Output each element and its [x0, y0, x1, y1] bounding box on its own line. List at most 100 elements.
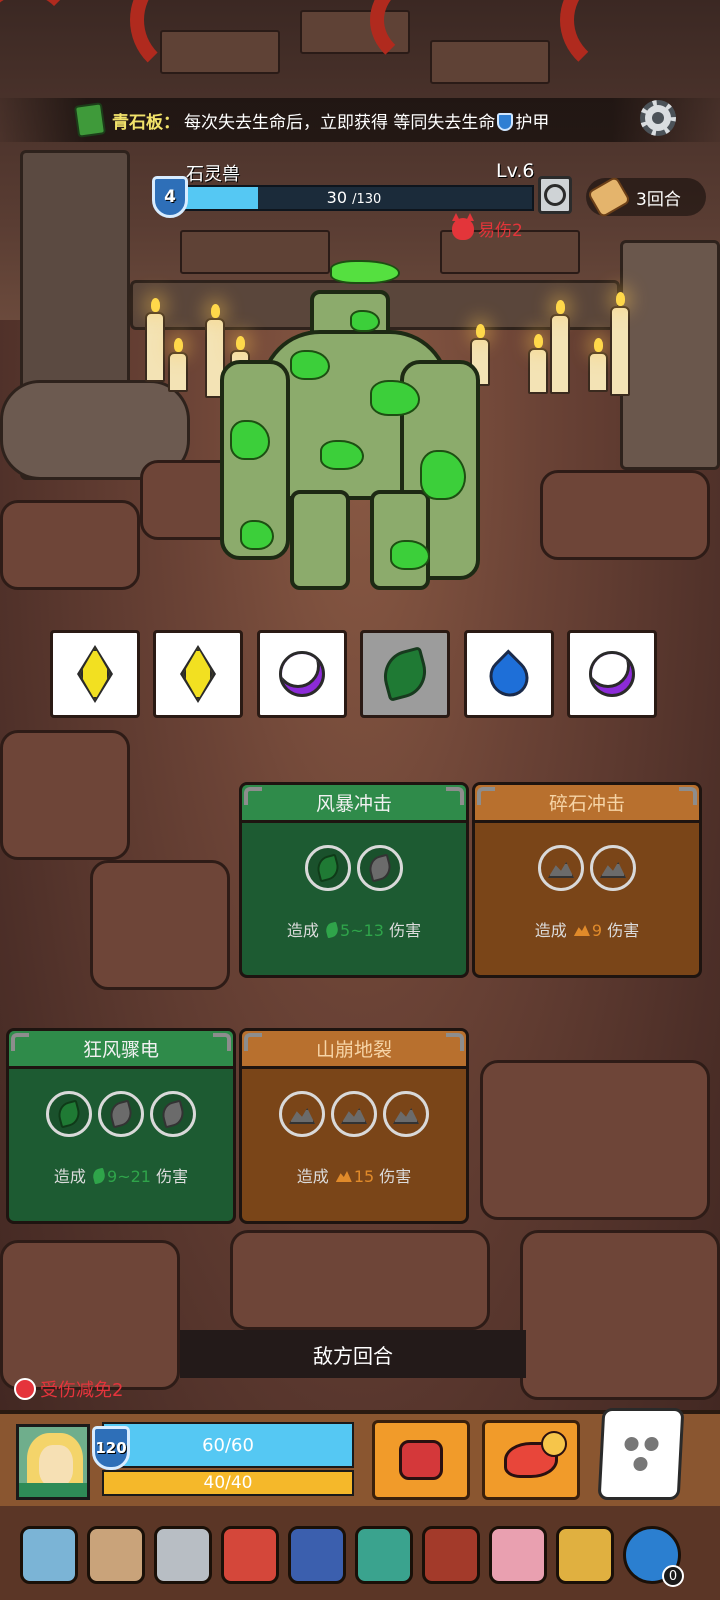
enemy-turn-banner: 敌方回合	[180, 1330, 526, 1378]
skill-dice-slot[interactable]	[279, 1091, 325, 1137]
candle	[550, 300, 570, 394]
wind-leaf-icon	[324, 921, 340, 939]
damage-prefix: 造成	[296, 1167, 329, 1186]
skill-dice-slot[interactable]	[150, 1091, 196, 1137]
buff-desc-text: 每次失去生命后，立即获得 等同失去生命	[184, 112, 496, 133]
rock-icon	[393, 1108, 419, 1124]
player-avatar[interactable]	[16, 1424, 90, 1500]
damage-value: 5~13	[340, 921, 384, 940]
enemy-hp-bar: 30 /130	[174, 185, 534, 211]
lightning-diamond-icon	[77, 645, 113, 703]
hood-relic-icon[interactable]	[422, 1526, 480, 1584]
damage-prefix: 造成	[53, 1167, 86, 1186]
damage-value: 9~21	[107, 1167, 151, 1186]
golem-moss	[370, 380, 420, 416]
wind-leaf-icon	[314, 853, 342, 883]
candle	[528, 334, 548, 394]
wind-leaf-icon	[107, 1099, 135, 1129]
skill-title: 山崩地裂	[315, 1039, 392, 1061]
enemy-info-button[interactable]	[538, 176, 572, 214]
enemy-shield-value: 4	[164, 187, 176, 207]
skill-title: 狂风骤电	[82, 1039, 159, 1061]
buff-desc-armor: 护甲	[515, 112, 550, 133]
damage-suffix: 伤害	[607, 921, 640, 940]
devil-icon	[452, 212, 474, 240]
red-helmet-relic-icon[interactable]	[221, 1526, 279, 1584]
die-slot-1[interactable]	[50, 630, 140, 718]
scroll-icon	[586, 175, 632, 219]
candle	[145, 298, 165, 382]
fist-icon	[399, 1440, 443, 1480]
enemy-hp-max: /130	[352, 192, 382, 207]
player-hp-bar: 60/60	[102, 1422, 354, 1468]
die-slot-2[interactable]	[153, 630, 243, 718]
enemy-level: Lv.6	[496, 160, 535, 182]
die-slot-3[interactable]	[257, 630, 347, 718]
skill-dice-slot[interactable]	[590, 845, 636, 891]
armor-icon	[497, 112, 514, 131]
golem-moss	[290, 350, 330, 380]
dice-pip	[644, 1437, 659, 1451]
rock-icon	[573, 925, 590, 936]
compass-helmet-relic-icon[interactable]	[20, 1526, 78, 1584]
skill-damage-text: 造成 15 伤害	[242, 1163, 466, 1187]
crown-relic-icon[interactable]	[154, 1526, 212, 1584]
damage-suffix: 伤害	[156, 1167, 189, 1186]
player-panel: 60/60 40/40 120 0	[0, 1408, 720, 1600]
wind-leaf-icon	[91, 1167, 107, 1185]
stone-tablet-icon	[73, 102, 107, 138]
wind-leaf-icon	[366, 853, 394, 883]
skill-dice-slot[interactable]	[538, 845, 584, 891]
rock-icon	[335, 1171, 352, 1182]
skill-card-4[interactable]: 山崩地裂造成 15 伤害	[239, 1028, 469, 1224]
die-slot-6[interactable]	[567, 630, 657, 718]
rock-icon	[341, 1108, 367, 1124]
enemy-name: 石灵兽	[186, 164, 240, 185]
potion-jar-relic-icon[interactable]	[489, 1526, 547, 1584]
player-shield-badge: 120	[92, 1426, 130, 1470]
skill-card-2[interactable]: 碎石冲击 造成 9 伤害	[472, 782, 702, 978]
damage-value: 15	[353, 1167, 375, 1186]
splash-icon	[504, 1431, 567, 1478]
floor-tile	[90, 860, 230, 990]
spellbook-relic-icon[interactable]	[556, 1526, 614, 1584]
candle	[588, 338, 608, 392]
floor-tile	[230, 1230, 490, 1330]
enemy-hp-current: 30	[326, 188, 348, 207]
settings-gear-icon[interactable]	[640, 100, 676, 136]
mask-relic-icon[interactable]	[355, 1526, 413, 1584]
floor-tile	[0, 730, 130, 860]
skill-dice-slot[interactable]	[383, 1091, 429, 1137]
golem-moss	[390, 540, 430, 570]
stone-golem-enemy[interactable]	[200, 250, 520, 610]
floor-tile	[0, 1240, 180, 1390]
skill-title: 碎石冲击	[548, 793, 625, 815]
skill-dice-slot[interactable]	[357, 845, 403, 891]
roll-dice-button[interactable]	[597, 1408, 685, 1500]
skill-dice-slot[interactable]	[331, 1091, 377, 1137]
splash-skill-button[interactable]	[482, 1420, 580, 1500]
skill-dice-slots	[9, 1091, 233, 1137]
skill-title: 风暴冲击	[315, 793, 392, 815]
skill-card-3[interactable]: 狂风骤电造成 9~21 伤害	[6, 1028, 236, 1224]
skill-card-1[interactable]: 风暴冲击 造成 5~13 伤害	[239, 782, 469, 978]
skill-damage-text: 造成 9~21 伤害	[9, 1163, 233, 1187]
die-slot-4[interactable]	[360, 630, 450, 718]
punch-attack-button[interactable]	[372, 1420, 470, 1500]
dice-pip	[624, 1437, 639, 1451]
turn-counter-label: 3回合	[636, 189, 681, 210]
horn-relic-icon[interactable]	[87, 1526, 145, 1584]
lightning-diamond-shape	[183, 648, 213, 700]
hexagram-relic-icon[interactable]	[288, 1526, 346, 1584]
skill-dice-slot[interactable]	[305, 845, 351, 891]
die-slot-5[interactable]	[464, 630, 554, 718]
blue-orb-relic-icon[interactable]: 0	[623, 1526, 684, 1587]
rock-icon	[548, 862, 574, 878]
damage-value: 9	[591, 921, 603, 940]
player-status-damage-reduction: 受伤减免2	[14, 1376, 123, 1402]
skill-dice-slot[interactable]	[46, 1091, 92, 1137]
skill-dice-slot[interactable]	[98, 1091, 144, 1137]
floor-tile	[540, 470, 710, 560]
enemy-hp-text: 30 /130	[176, 187, 532, 209]
golem-moss	[350, 310, 380, 332]
